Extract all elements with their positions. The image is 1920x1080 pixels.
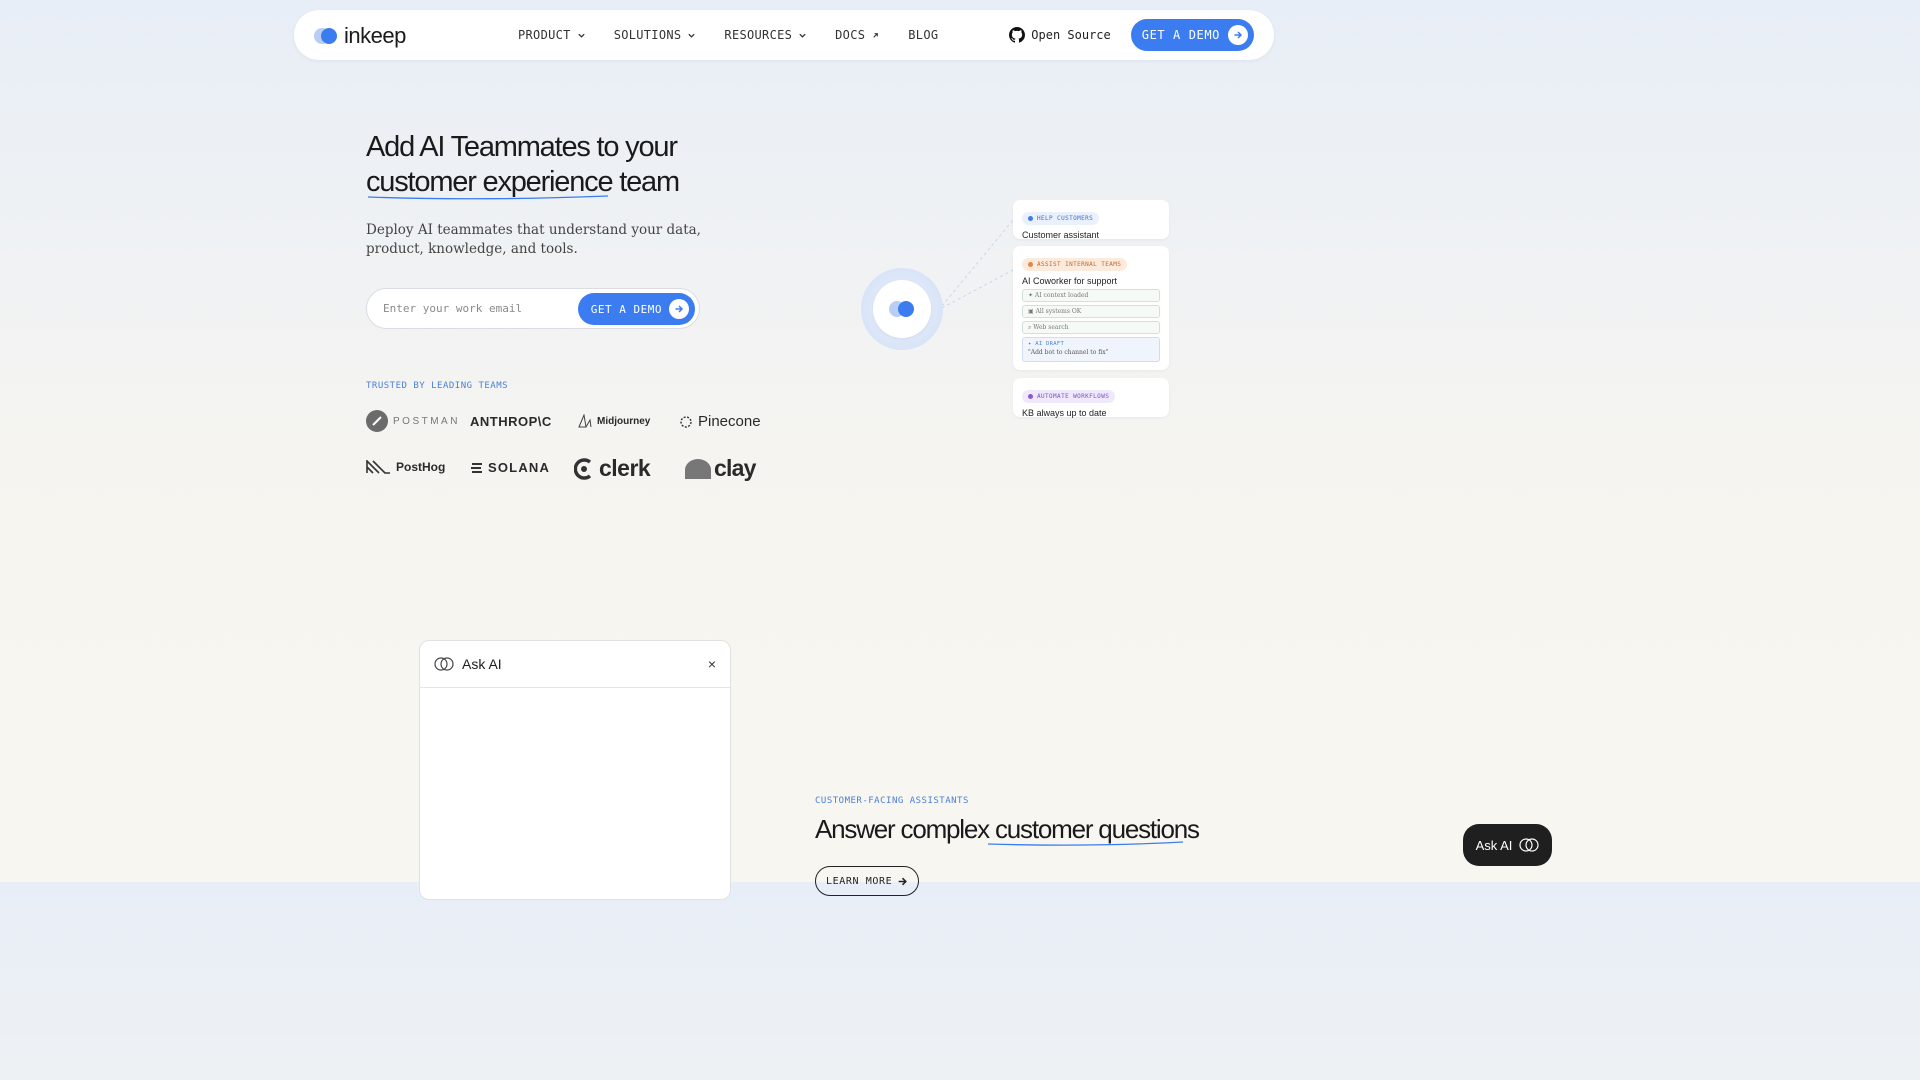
draft-text: "Add bot to channel to fix" xyxy=(1028,349,1109,356)
ask-ai-icon xyxy=(1519,838,1540,852)
ai-draft-box: ✦ AI DRAFT "Add bot to channel to fix" xyxy=(1022,337,1160,362)
learn-more-button[interactable]: LEARN MORE xyxy=(815,866,920,896)
pill-assist-internal: ASSIST INTERNAL TEAMS xyxy=(1022,258,1128,271)
ask-ai-header: Ask AI × xyxy=(420,641,730,688)
close-icon[interactable]: × xyxy=(708,656,716,672)
card-title: Customer assistant xyxy=(1022,230,1100,240)
web-search-row: ⌕ Web search xyxy=(1022,321,1160,334)
pill-automate-workflows: AUTOMATE WORKFLOWS xyxy=(1022,390,1116,403)
connector-lines xyxy=(941,219,1014,309)
inkeep-orb xyxy=(861,268,943,350)
inkeep-logo-icon xyxy=(889,301,919,319)
section-underline-decoration xyxy=(987,841,1184,846)
ask-ai-float-button[interactable]: Ask AI xyxy=(1463,824,1552,866)
context-loaded-row: ✦ AI context loaded xyxy=(1022,289,1160,302)
card-title: AI Coworker for support xyxy=(1022,276,1118,286)
ask-ai-title: Ask AI xyxy=(462,656,502,672)
arrow-right-icon xyxy=(898,877,908,885)
ask-ai-float-label: Ask AI xyxy=(1475,837,1513,853)
learn-more-label: LEARN MORE xyxy=(826,875,893,887)
pill-help-customers: HELP CUSTOMERS xyxy=(1022,212,1100,225)
section-label: CUSTOMER-FACING ASSISTANTS xyxy=(815,796,969,806)
card-assist-internal: ASSIST INTERNAL TEAMS AI Coworker for su… xyxy=(1013,246,1169,370)
card-title: KB always up to date xyxy=(1022,408,1107,418)
ask-ai-icon xyxy=(434,657,454,671)
draft-label: ✦ AI DRAFT xyxy=(1028,341,1065,347)
ask-ai-panel: Ask AI × xyxy=(419,640,731,900)
card-help-customers: HELP CUSTOMERS Customer assistant xyxy=(1013,200,1169,240)
card-automate-workflows: AUTOMATE WORKFLOWS KB always up to date xyxy=(1013,378,1169,418)
systems-ok-row: ▣ All systems OK xyxy=(1022,305,1160,318)
